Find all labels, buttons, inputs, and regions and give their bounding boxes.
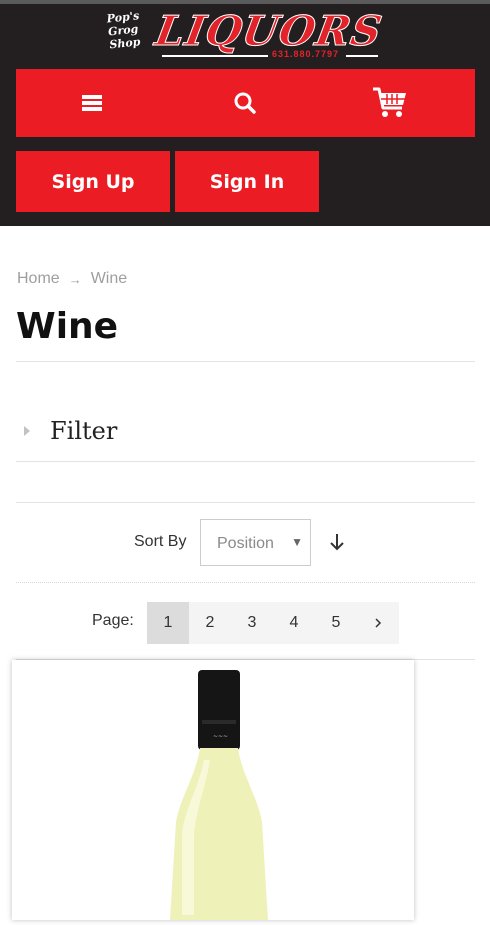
sort-by-label: Sort By [134,533,187,550]
sort-select-value: Position [217,535,274,552]
divider [16,582,475,583]
product-image[interactable]: ~~~ [12,660,414,920]
sign-in-button[interactable]: Sign In [175,151,319,212]
site-logo[interactable]: Pop's Grog Shop LIQUORS 631.880.7797 [106,7,388,64]
page-1-current[interactable]: 1 [147,602,189,644]
logo-script-text: Pop's Grog Shop [106,9,141,52]
next-page-button[interactable] [357,602,399,644]
menu-button[interactable] [32,69,152,137]
search-button[interactable] [185,69,305,137]
hamburger-menu-icon [82,95,102,111]
shopping-cart-icon [373,87,406,117]
page-2-link[interactable]: 2 [189,602,231,644]
sign-up-button[interactable]: Sign Up [16,151,170,212]
logo-underline-left [162,55,268,57]
sort-select[interactable]: Position ▼ [200,519,311,566]
page-title: Wine [16,306,119,347]
logo-brand: LIQUORS [151,7,387,56]
search-icon [234,92,256,114]
logo-underline-right [346,55,378,57]
filter-toggle[interactable]: Filter [16,402,475,460]
svg-text:~~~: ~~~ [213,733,228,740]
page-4-link[interactable]: 4 [273,602,315,644]
page-5-link[interactable]: 5 [315,602,357,644]
page-3-link[interactable]: 3 [231,602,273,644]
product-card[interactable]: ~~~ [12,660,414,920]
arrow-right-icon: → [68,271,82,287]
breadcrumb: Home → Wine [17,270,127,288]
breadcrumb-home-link[interactable]: Home [17,270,60,288]
pagination: 1 2 3 4 5 [147,602,399,644]
divider [16,461,475,462]
caret-right-icon [24,426,30,436]
cart-button[interactable] [330,69,450,137]
divider [16,361,475,362]
arrow-down-icon[interactable] [328,532,346,552]
breadcrumb-current: Wine [90,270,128,287]
chevron-right-icon [375,618,382,628]
divider [16,502,475,503]
nav-bar [16,69,475,137]
filter-label: Filter [50,417,118,445]
dropdown-caret-icon: ▼ [291,535,303,549]
pager-label: Page: [92,612,134,629]
logo-phone: 631.880.7797 [272,49,340,59]
